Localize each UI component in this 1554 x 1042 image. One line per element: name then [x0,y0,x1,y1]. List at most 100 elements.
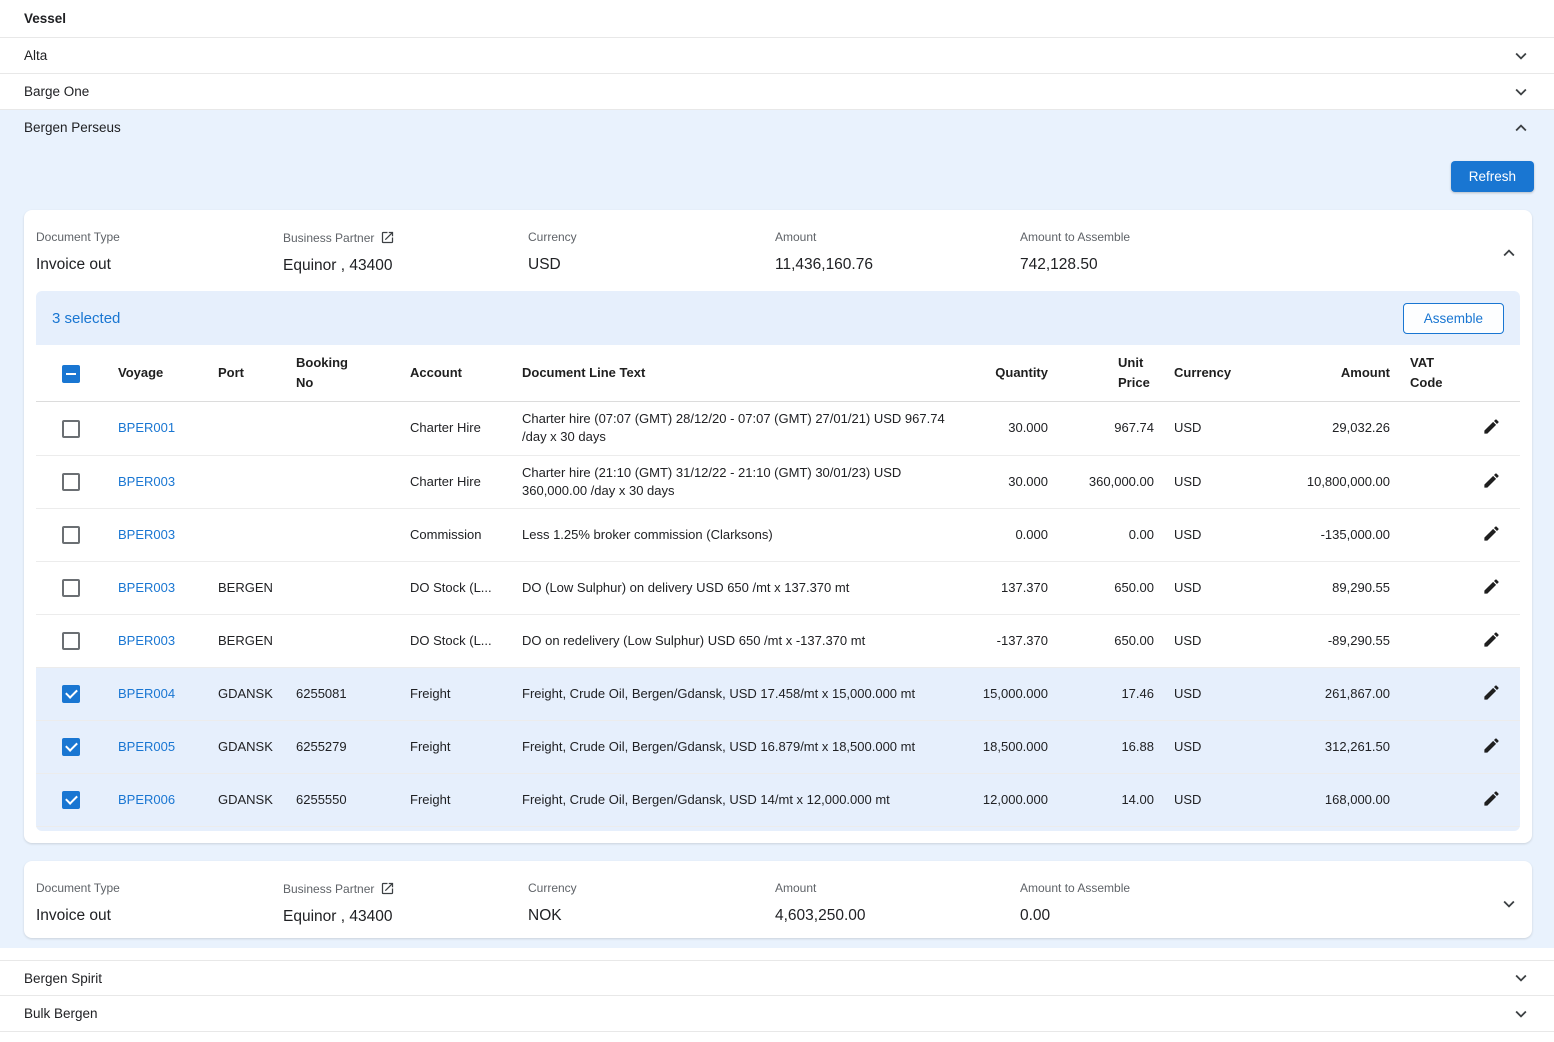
edit-row-button[interactable] [1480,415,1503,441]
unit-price-cell: 16.88 [1058,721,1164,774]
voyage-link[interactable]: BPER004 [118,686,175,701]
port-cell [208,455,286,508]
edit-row-button[interactable] [1480,681,1503,707]
selection-panel: 3 selected Assemble Voyage Port Booking … [36,291,1520,831]
edit-row-button[interactable] [1480,787,1503,813]
row-checkbox[interactable] [62,738,80,756]
account-cell: Freight [400,668,512,721]
document-line-text-cell: Charter hire (07:07 (GMT) 28/12/20 - 07:… [512,402,962,455]
vessel-row-alta[interactable]: Alta [0,38,1554,74]
amount-cell: 10,800,000.00 [1234,455,1400,508]
amount-to-assemble-value: 742,128.50 [1020,256,1494,274]
voyage-link[interactable]: BPER006 [118,792,175,807]
edit-row-button[interactable] [1480,734,1503,760]
currency-label: Currency [528,230,775,244]
column-header-vat-code: VAT Code [1400,345,1462,402]
refresh-button[interactable]: Refresh [1451,161,1534,192]
vessel-row-barge-one[interactable]: Barge One [0,74,1554,110]
column-header-unit-price: Unit Price [1058,345,1164,402]
account-cell: DO Stock (L... [400,615,512,668]
amount-value: 4,603,250.00 [775,907,1020,925]
booking-no-cell [286,509,400,562]
collapse-card-icon[interactable] [1498,242,1520,264]
amount-cell: 89,290.55 [1234,562,1400,615]
row-checkbox[interactable] [62,579,80,597]
currency-value: USD [528,256,775,274]
pencil-icon [1482,424,1501,439]
unit-price-cell: 17.46 [1058,668,1164,721]
field-amount-to-assemble: Amount to Assemble 742,128.50 [1020,230,1494,274]
chevron-down-icon[interactable] [1510,1003,1532,1025]
table-row: BPER003 BERGEN DO Stock (L... DO (Low Su… [36,562,1520,615]
field-document-type: Document Type Invoice out [36,881,283,925]
field-business-partner: Business Partner Equinor , 43400 [283,230,528,275]
vat-code-cell [1400,402,1462,455]
table-row: BPER006 GDANSK 6255550 Freight Freight, … [36,774,1520,827]
voyage-link[interactable]: BPER001 [118,420,175,435]
row-checkbox[interactable] [62,632,80,650]
quantity-cell: 15,000.000 [962,668,1058,721]
voyage-link[interactable]: BPER003 [118,474,175,489]
amount-cell: 168,000.00 [1234,774,1400,827]
account-cell: Commission [400,509,512,562]
selection-count: 3 selected [52,310,120,327]
edit-row-button[interactable] [1480,575,1503,601]
port-cell [208,509,286,562]
amount-value: 11,436,160.76 [775,256,1020,274]
field-document-type: Document Type Invoice out [36,230,283,274]
voyage-link[interactable]: BPER003 [118,527,175,542]
edit-row-button[interactable] [1480,469,1503,495]
pencil-icon [1482,637,1501,652]
business-partner-label: Business Partner [283,882,374,896]
business-partner-label: Business Partner [283,231,374,245]
row-checkbox[interactable] [62,420,80,438]
row-checkbox[interactable] [62,791,80,809]
open-in-new-icon[interactable] [380,881,395,896]
currency-cell: USD [1164,509,1234,562]
chevron-up-icon[interactable] [1510,117,1532,139]
port-cell [208,402,286,455]
row-checkbox[interactable] [62,526,80,544]
column-header-currency: Currency [1164,345,1234,402]
row-checkbox[interactable] [62,685,80,703]
voyage-link[interactable]: BPER003 [118,580,175,595]
open-in-new-icon[interactable] [380,230,395,245]
currency-cell: USD [1164,562,1234,615]
edit-row-button[interactable] [1480,522,1503,548]
voyage-link[interactable]: BPER003 [118,633,175,648]
document-type-value: Invoice out [36,907,283,925]
field-currency: Currency USD [528,230,775,274]
booking-no-cell [286,562,400,615]
unit-price-cell: 650.00 [1058,562,1164,615]
booking-no-cell: 6255279 [286,721,400,774]
vat-code-cell [1400,615,1462,668]
vessel-section-bergen-perseus: Bergen Perseus Refresh Document Type Inv… [0,110,1554,948]
booking-no-cell [286,615,400,668]
vessel-row-bergen-spirit[interactable]: Bergen Spirit [0,960,1554,996]
account-cell: Charter Hire [400,402,512,455]
document-line-text-cell: Charter hire (21:10 (GMT) 31/12/22 - 21:… [512,455,962,508]
vat-code-cell [1400,774,1462,827]
vessel-row-bulk-bergen[interactable]: Bulk Bergen [0,996,1554,1032]
currency-cell: USD [1164,402,1234,455]
chevron-down-icon[interactable] [1510,967,1532,989]
currency-label: Currency [528,881,775,895]
unit-price-cell: 650.00 [1058,615,1164,668]
row-checkbox[interactable] [62,473,80,491]
expand-card-icon[interactable] [1498,893,1520,915]
chevron-down-icon[interactable] [1510,45,1532,67]
document-type-value: Invoice out [36,256,283,274]
voyage-link[interactable]: BPER005 [118,739,175,754]
document-type-label: Document Type [36,230,283,244]
amount-cell: -89,290.55 [1234,615,1400,668]
select-all-checkbox[interactable] [62,365,80,383]
chevron-down-icon[interactable] [1510,81,1532,103]
edit-row-button[interactable] [1480,628,1503,654]
column-header-port: Port [208,345,286,402]
vessel-row-bergen-perseus[interactable]: Bergen Perseus [0,110,1554,145]
pencil-icon [1482,531,1501,546]
booking-no-cell: 6255081 [286,668,400,721]
field-amount-to-assemble: Amount to Assemble 0.00 [1020,881,1494,925]
assemble-button[interactable]: Assemble [1403,303,1504,334]
document-line-text-cell: Freight, Crude Oil, Bergen/Gdansk, USD 1… [512,721,962,774]
